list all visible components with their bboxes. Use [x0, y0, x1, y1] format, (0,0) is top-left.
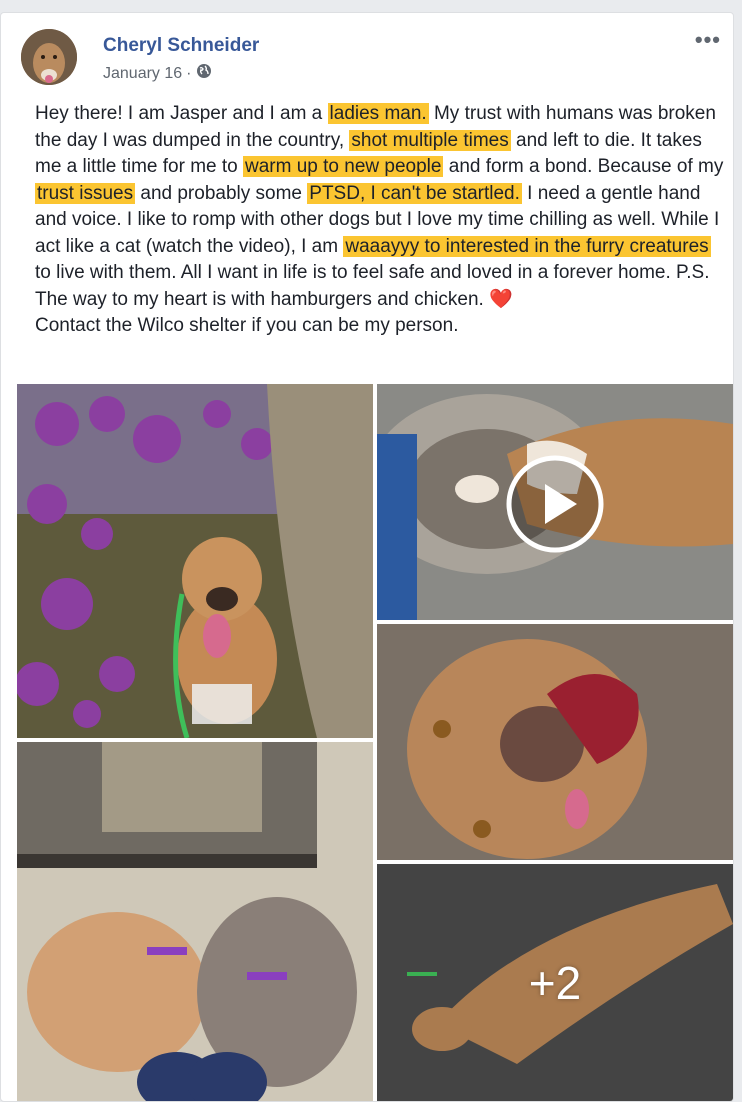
photo-dog-closeup[interactable] [377, 624, 733, 860]
post-text-segment: Contact the Wilco shelter if you can be … [35, 315, 459, 336]
globe-icon [196, 63, 212, 84]
highlighted-phrase: PTSD, I can't be startled. [307, 182, 522, 204]
post-meta: January 16 · [103, 63, 212, 84]
video-thumbnail[interactable] [377, 384, 733, 620]
play-icon[interactable] [505, 454, 605, 554]
post-text-segment: and form a bond. Because of my [443, 156, 729, 177]
post-text-segment: Hey there! I am Jasper and I am a [35, 103, 328, 124]
meta-separator: · [186, 64, 192, 82]
heart-emoji: ❤️ [489, 288, 513, 310]
post-text: Hey there! I am Jasper and I am a ladies… [35, 101, 725, 340]
photo-dog-flowers[interactable] [17, 384, 373, 738]
highlighted-phrase: ladies man. [327, 103, 429, 124]
highlighted-phrase: warm up to new people [243, 156, 444, 177]
author-name[interactable]: Cheryl Schneider [103, 35, 259, 57]
more-options-button[interactable]: ••• [695, 27, 721, 53]
highlighted-phrase: waaayyy to interested in the furry creat… [343, 235, 711, 257]
post-card: Cheryl Schneider January 16 · ••• Hey th… [0, 12, 734, 1102]
post-date[interactable]: January 16 [103, 65, 182, 83]
highlighted-phrase: shot multiple times [349, 129, 511, 151]
photo-more[interactable]: +2 [377, 864, 733, 1101]
photo-two-dogs[interactable] [17, 742, 373, 1101]
highlighted-phrase: trust issues [35, 182, 136, 204]
more-photos-count[interactable]: +2 [377, 864, 733, 1101]
avatar[interactable] [21, 29, 77, 85]
post-text-segment: and probably some [135, 182, 308, 204]
